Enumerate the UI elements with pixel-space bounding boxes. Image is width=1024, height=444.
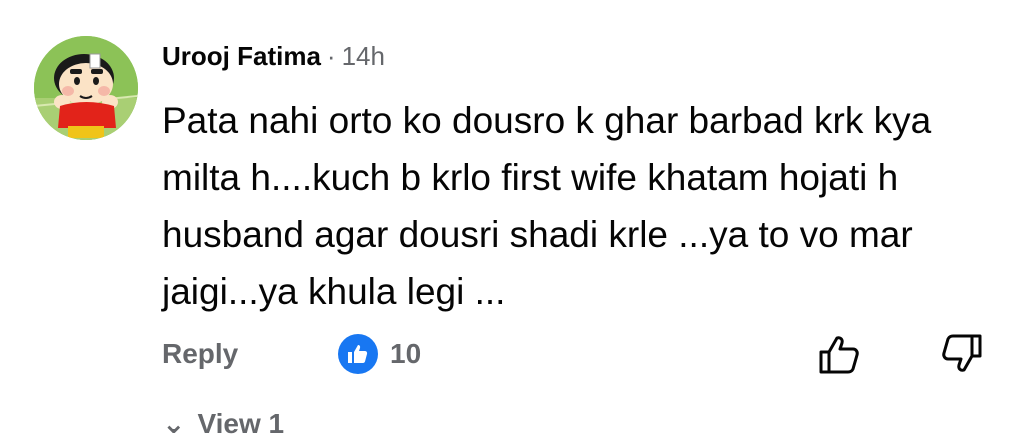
separator-dot: ·: [326, 41, 336, 71]
reaction-count: 10: [390, 338, 422, 369]
chevron-down-icon: ⌄: [162, 408, 186, 439]
comment-header: Urooj Fatima · 14h: [162, 38, 385, 74]
like-icon: [338, 334, 378, 374]
view-replies-link[interactable]: ⌄ View 1: [162, 404, 284, 444]
comment-text: Pata nahi orto ko dousro k ghar barbad k…: [162, 100, 932, 312]
view-replies-label: View 1: [197, 408, 285, 439]
thumbs-down-button[interactable]: [938, 330, 986, 378]
cartoon-avatar-icon: [34, 36, 138, 140]
avatar[interactable]: [34, 36, 138, 140]
thumbs-up-button[interactable]: [815, 330, 863, 378]
thumbs-up-icon: [819, 336, 859, 374]
comment-actions: Reply 10: [162, 330, 992, 378]
reply-button[interactable]: Reply: [162, 334, 238, 374]
author-name[interactable]: Urooj Fatima: [162, 41, 321, 71]
thumbs-down-icon: [942, 334, 982, 372]
timestamp: 14h: [341, 41, 385, 71]
reaction-summary[interactable]: 10: [338, 334, 421, 374]
